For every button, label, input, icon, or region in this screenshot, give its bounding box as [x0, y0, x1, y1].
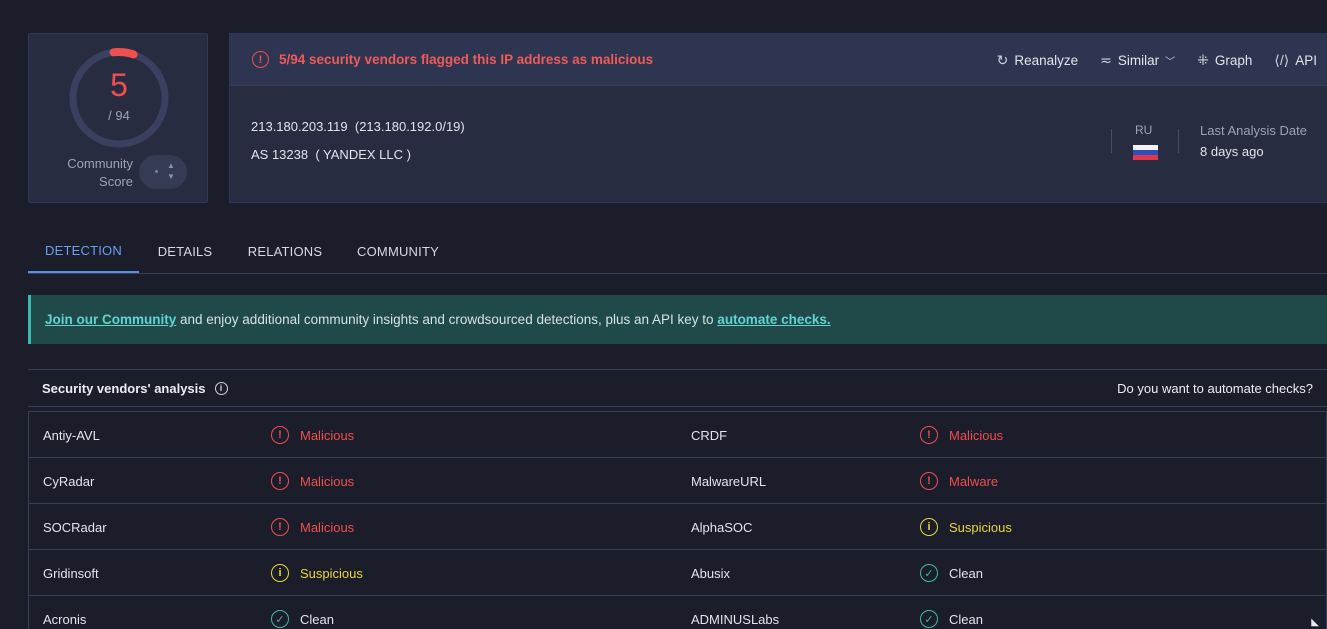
vote-dot-icon	[155, 170, 158, 173]
cursor-icon: ◣	[1311, 617, 1319, 628]
vendor-result: ✓ Clean	[920, 550, 983, 596]
table-row: Acronis ✓ Clean ADMINUSLabs ✓ Clean	[29, 596, 1326, 629]
last-analysis-value: 8 days ago	[1200, 144, 1264, 159]
vendor-name: SOCRadar	[43, 519, 107, 535]
result-label: Suspicious	[300, 565, 363, 581]
automate-checks-question[interactable]: Do you want to automate checks?	[1117, 381, 1313, 396]
malicious-status-icon: !	[271, 426, 289, 444]
community-score-card: 5 / 94 Community Score ▲ ▼	[28, 33, 208, 203]
vendor-name: CRDF	[691, 427, 728, 443]
malicious-status-icon: !	[271, 518, 289, 536]
as-line: AS 13238 ( YANDEX LLC )	[251, 147, 411, 162]
suspicious-status-icon: i	[271, 564, 289, 582]
table-row: SOCRadar! Malicious AlphaSOC i Suspicious	[29, 504, 1326, 550]
vendor-result: ! Malicious	[271, 412, 354, 458]
vendor-result: i Suspicious	[920, 504, 1012, 550]
chevron-down-icon: ﹀	[1165, 56, 1176, 68]
similar-button[interactable]: ≂ Similar ﹀	[1100, 52, 1175, 69]
header-actions: ↻ Reanalyze ≂ Similar ﹀ ⁜ Graph ⟨/⟩ API	[997, 34, 1317, 86]
suspicious-status-icon: i	[920, 518, 938, 536]
divider	[1178, 129, 1179, 153]
alert-icon: !	[252, 51, 269, 68]
malicious-status-icon: !	[920, 426, 938, 444]
ip-info-panel: ! 5/94 security vendors flagged this IP …	[229, 33, 1327, 203]
api-button[interactable]: ⟨/⟩ API	[1274, 52, 1317, 69]
tab-community[interactable]: COMMUNITY	[352, 230, 444, 273]
vendor-result: ! Malicious	[271, 504, 354, 550]
tab-details[interactable]: DETAILS	[150, 230, 220, 273]
vendor-result: ! Malicious	[271, 458, 354, 504]
vendor-result: ! Malicious	[920, 412, 1003, 458]
ip-address[interactable]: 213.180.203.119	[251, 119, 348, 134]
vendor-name: Gridinsoft	[43, 565, 99, 581]
vendor-name: Acronis	[43, 611, 87, 627]
result-label: Malicious	[949, 427, 1004, 443]
vendors-header: Security vendors' analysis i Do you want…	[28, 369, 1327, 407]
table-row: Antiy-AVL! Malicious CRDF! Malicious	[29, 412, 1326, 458]
clean-status-icon: ✓	[920, 610, 938, 628]
community-banner: Join our Community and enjoy additional …	[28, 295, 1327, 344]
clean-status-icon: ✓	[920, 564, 938, 582]
malicious-status-icon: !	[920, 472, 938, 490]
result-label: Clean	[300, 611, 334, 627]
api-icon: ⟨/⟩	[1274, 51, 1290, 68]
community-score-label: Community Score	[67, 156, 133, 189]
country-code: RU	[1135, 123, 1153, 137]
vendors-table: Antiy-AVL! Malicious CRDF! Malicious CyRadar…	[28, 411, 1327, 629]
vendor-name: MalwareURL	[691, 473, 767, 489]
vendor-name: AlphaSOC	[691, 519, 753, 535]
clean-status-icon: ✓	[271, 610, 289, 628]
table-row: CyRadar! Malicious MalwareURL! Malware	[29, 458, 1326, 504]
malicious-status-icon: !	[271, 472, 289, 490]
as-number[interactable]: AS 13238	[251, 147, 308, 162]
detection-alert-bar: ! 5/94 security vendors flagged this IP …	[230, 34, 1327, 86]
vendor-name: Abusix	[691, 565, 731, 581]
upvote-icon[interactable]: ▲	[167, 161, 175, 170]
table-row: Gridinsoft i Suspicious Abusix ✓ Clean	[29, 550, 1326, 596]
vendor-name: CyRadar	[43, 473, 95, 489]
detection-alert-text: 5/94 security vendors flagged this IP ad…	[279, 52, 654, 67]
russia-flag-icon	[1133, 145, 1158, 160]
tab-bar: DETECTION DETAILS RELATIONS COMMUNITY	[28, 230, 1327, 274]
graph-icon: ⁜	[1197, 51, 1209, 68]
vendor-result: ✓ Clean	[920, 596, 983, 629]
result-label: Malicious	[300, 519, 355, 535]
detection-count: 5	[110, 67, 128, 103]
result-label: Clean	[949, 565, 983, 581]
vendor-result: i Suspicious	[271, 550, 363, 596]
result-label: Malicious	[300, 473, 355, 489]
vendor-result: ✓ Clean	[271, 596, 334, 629]
graph-button[interactable]: ⁜ Graph	[1197, 52, 1252, 69]
as-owner: ( YANDEX LLC )	[315, 147, 411, 162]
detection-total: / 94	[108, 108, 130, 123]
info-icon[interactable]: i	[214, 381, 228, 395]
reanalyze-button[interactable]: ↻ Reanalyze	[997, 52, 1079, 69]
result-label: Clean	[949, 611, 983, 627]
banner-text: and enjoy additional community insights …	[176, 312, 718, 327]
vendor-name: Antiy-AVL	[43, 427, 100, 443]
automate-checks-link[interactable]: automate checks.	[717, 312, 830, 327]
community-vote-control[interactable]: ▲ ▼	[139, 155, 187, 189]
result-label: Malware	[949, 473, 999, 489]
result-label: Malicious	[300, 427, 355, 443]
join-community-link[interactable]: Join our Community	[45, 312, 176, 327]
vendor-name: ADMINUSLabs	[691, 611, 780, 627]
downvote-icon[interactable]: ▼	[167, 172, 175, 181]
result-label: Suspicious	[949, 519, 1012, 535]
similar-icon: ≂	[1100, 51, 1112, 68]
vendor-result: ! Malware	[920, 458, 998, 504]
tab-relations[interactable]: RELATIONS	[242, 230, 328, 273]
ip-address-line: 213.180.203.119 (213.180.192.0/19)	[251, 119, 465, 134]
divider	[1111, 129, 1112, 153]
vendors-title: Security vendors' analysis	[42, 380, 206, 396]
ip-network: (213.180.192.0/19)	[354, 119, 465, 134]
refresh-icon: ↻	[996, 51, 1009, 68]
tab-detection[interactable]: DETECTION	[28, 230, 139, 273]
last-analysis-label: Last Analysis Date	[1200, 123, 1307, 138]
